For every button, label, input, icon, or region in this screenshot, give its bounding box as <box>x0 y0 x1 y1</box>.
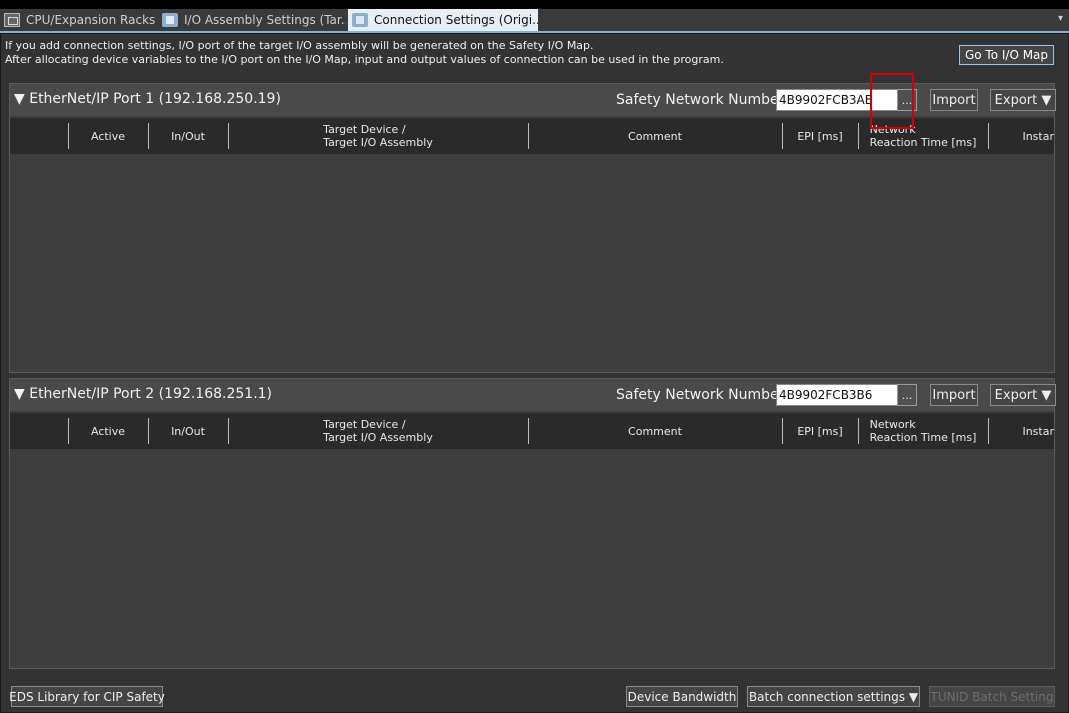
column-reaction-time[interactable]: Network Reaction Time [ms] <box>858 413 988 449</box>
bottom-toolbar: EDS Library for CIP Safety Device Bandwi… <box>1 677 1068 713</box>
port1-table-header: Active In/Out Target Device / Target I/O… <box>10 118 1054 154</box>
tab-label: CPU/Expansion Racks <box>26 13 156 27</box>
column-reaction-line1: Network <box>869 418 916 431</box>
export-button[interactable]: Export ▼ <box>990 384 1056 406</box>
port2-table-body[interactable] <box>10 449 1054 668</box>
tab-label: I/O Assembly Settings (Tar... <box>184 13 346 27</box>
column-comment[interactable]: Comment <box>528 118 782 154</box>
column-target[interactable]: Target Device / Target I/O Assembly <box>228 413 528 449</box>
connection-settings-editor: If you add connection settings, I/O port… <box>0 33 1069 713</box>
column-target-line2: Target I/O Assembly <box>323 431 433 444</box>
safety-network-number-field[interactable]: 4B9902FCB3B6 <box>776 384 898 406</box>
column-reaction-line2: Reaction Time [ms] <box>869 431 977 444</box>
import-button[interactable]: Import <box>930 89 978 111</box>
safety-network-number-field[interactable]: 4B9902FCB3AB <box>776 89 898 111</box>
column-epi[interactable]: EPI [ms] <box>782 118 858 154</box>
column-active[interactable]: Active <box>68 118 148 154</box>
tab-io-assembly-settings[interactable]: I/O Assembly Settings (Tar... <box>158 9 346 31</box>
column-reaction-time[interactable]: Network Reaction Time [ms] <box>858 118 988 154</box>
safety-network-number-label: Safety Network Number : <box>616 92 794 108</box>
tab-list-dropdown-icon[interactable]: ▾ <box>1058 13 1063 24</box>
tab-label: Connection Settings (Origi... <box>374 13 538 27</box>
io-icon <box>352 13 368 27</box>
info-text-line1: If you add connection settings, I/O port… <box>5 39 594 52</box>
tunid-batch-setting-button[interactable]: TUNID Batch Setting <box>929 686 1055 707</box>
port2-header: ▼ EtherNet/IP Port 2 (192.168.251.1) Saf… <box>10 379 1056 411</box>
safety-network-number-browse-button[interactable]: ... <box>897 384 917 406</box>
rack-icon <box>4 13 20 27</box>
column-inout[interactable]: In/Out <box>148 118 228 154</box>
port2-title[interactable]: ▼ EtherNet/IP Port 2 (192.168.251.1) <box>14 386 272 402</box>
column-reaction-line1: Network <box>869 123 916 136</box>
io-icon <box>162 13 178 27</box>
column-epi[interactable]: EPI [ms] <box>782 413 858 449</box>
info-text-line2: After allocating device variables to the… <box>5 53 724 66</box>
tab-bar: CPU/Expansion Racks I/O Assembly Setting… <box>0 0 1069 33</box>
column-target-line1: Target Device / <box>323 123 406 136</box>
tab-strip: CPU/Expansion Racks I/O Assembly Setting… <box>0 9 1069 33</box>
column-instance[interactable]: Instar <box>988 413 1054 449</box>
export-button[interactable]: Export ▼ <box>990 89 1056 111</box>
safety-network-number-browse-button[interactable]: ... <box>897 89 917 111</box>
tab-connection-settings[interactable]: Connection Settings (Origi... ✕ <box>348 9 538 31</box>
port2-panel: ▼ EtherNet/IP Port 2 (192.168.251.1) Saf… <box>9 378 1056 669</box>
batch-connection-settings-button[interactable]: Batch connection settings ▼ <box>747 686 920 707</box>
device-bandwidth-button[interactable]: Device Bandwidth <box>626 686 738 707</box>
import-button[interactable]: Import <box>930 384 978 406</box>
port2-table-header: Active In/Out Target Device / Target I/O… <box>10 413 1054 449</box>
go-to-io-map-button[interactable]: Go To I/O Map <box>959 45 1054 65</box>
safety-network-number-label: Safety Network Number : <box>616 387 794 403</box>
column-target-line1: Target Device / <box>323 418 406 431</box>
port1-panel: ▼ EtherNet/IP Port 1 (192.168.250.19) Sa… <box>9 83 1056 373</box>
port1-title[interactable]: ▼ EtherNet/IP Port 1 (192.168.250.19) <box>14 91 281 107</box>
column-instance[interactable]: Instar <box>988 118 1054 154</box>
column-active[interactable]: Active <box>68 413 148 449</box>
column-inout[interactable]: In/Out <box>148 413 228 449</box>
eds-library-button[interactable]: EDS Library for CIP Safety <box>9 686 165 707</box>
tab-cpu-expansion-racks[interactable]: CPU/Expansion Racks <box>0 9 158 31</box>
column-reaction-line2: Reaction Time [ms] <box>869 136 977 149</box>
port1-table-body[interactable] <box>10 154 1054 372</box>
column-target-line2: Target I/O Assembly <box>323 136 433 149</box>
column-target[interactable]: Target Device / Target I/O Assembly <box>228 118 528 154</box>
port1-header: ▼ EtherNet/IP Port 1 (192.168.250.19) Sa… <box>10 84 1056 116</box>
column-comment[interactable]: Comment <box>528 413 782 449</box>
